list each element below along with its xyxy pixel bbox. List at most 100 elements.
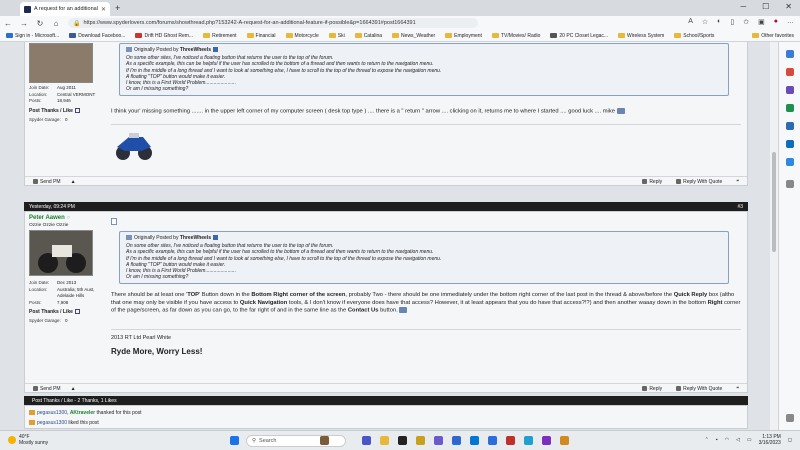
view-post-icon[interactable] xyxy=(212,47,218,53)
app-icon[interactable] xyxy=(524,436,533,445)
report-icon[interactable]: ▲ xyxy=(71,386,76,392)
more-menu-icon[interactable]: … xyxy=(787,18,794,26)
volume-icon[interactable]: ◁ xyxy=(736,437,740,443)
report-icon[interactable]: ▲ xyxy=(71,179,76,185)
app-icon[interactable] xyxy=(542,436,551,445)
facebook-icon xyxy=(69,33,77,38)
bookmark-item[interactable]: Drift HD Ghost Rem... xyxy=(135,33,193,39)
bookmark-item[interactable]: Sign in - Microsoft... xyxy=(6,33,59,39)
user-title: Ozzie Ozzie Ozzie xyxy=(29,223,69,228)
post-thanks-link[interactable]: Post Thanks / Like xyxy=(29,309,109,315)
tab-title: A request for an additional feat... xyxy=(34,6,98,12)
drop-icon[interactable] xyxy=(786,158,794,166)
app-icon[interactable] xyxy=(506,436,515,445)
tab-bar: A request for an additional feat... ✕ + … xyxy=(0,0,800,16)
refresh-icon[interactable]: ↻ xyxy=(36,19,44,28)
app-icon[interactable] xyxy=(488,436,497,445)
widget-app-icon[interactable] xyxy=(320,436,329,445)
edge-browser-icon[interactable] xyxy=(452,436,461,445)
sunny-icon xyxy=(8,436,16,444)
notifications-icon[interactable]: ◻ xyxy=(788,437,792,443)
start-icon[interactable] xyxy=(230,436,239,445)
read-aloud-icon[interactable]: A xyxy=(688,18,693,26)
bookmark-folder[interactable]: Motorcycle xyxy=(285,33,319,39)
avatar[interactable] xyxy=(29,230,94,277)
folder-icon xyxy=(674,33,682,38)
sidebar-settings-icon[interactable] xyxy=(786,414,794,422)
new-tab-icon[interactable]: + xyxy=(115,3,120,13)
bookmark-folder[interactable]: Wireless System xyxy=(618,33,664,39)
scrollbar-thumb[interactable] xyxy=(772,152,776,252)
weather-widget[interactable]: 40°F Mostly sunny xyxy=(8,434,48,446)
bookmark-folder[interactable]: TV/Movies/ Radio xyxy=(491,33,540,39)
bookmark-folder[interactable]: Catalina xyxy=(354,33,382,39)
app-icon[interactable] xyxy=(434,436,443,445)
folder-icon xyxy=(203,33,211,38)
shopping-icon[interactable] xyxy=(786,68,794,76)
tray-overflow-icon[interactable]: ⌃ xyxy=(705,437,709,443)
tools-icon[interactable] xyxy=(786,86,794,94)
forward-icon[interactable]: → xyxy=(20,19,28,28)
minimize-icon[interactable]: ─ xyxy=(740,2,746,11)
close-tab-icon[interactable]: ✕ xyxy=(101,6,106,13)
reply-button[interactable]: Reply xyxy=(642,386,662,392)
multi-quote-icon[interactable]: ❝ xyxy=(736,386,739,392)
send-pm-button[interactable]: Send PM xyxy=(33,179,61,185)
post-number-link[interactable]: #3 xyxy=(737,204,743,210)
outlook-icon[interactable] xyxy=(786,140,794,148)
app-icon[interactable] xyxy=(398,436,407,445)
taskbar-search[interactable]: ⚲ Search xyxy=(246,435,346,447)
favorites-icon[interactable]: ✩ xyxy=(743,18,749,26)
refresh-alt-icon[interactable]: ◐ xyxy=(717,18,721,26)
reply-icon xyxy=(642,178,648,184)
avatar[interactable] xyxy=(29,43,93,83)
split-screen-icon[interactable]: ▯ xyxy=(730,18,734,26)
view-post-icon[interactable] xyxy=(212,235,218,241)
multi-quote-icon[interactable]: ❝ xyxy=(736,179,739,185)
smiley-icon xyxy=(616,108,625,115)
browser-tab[interactable]: A request for an additional feat... ✕ xyxy=(20,2,110,16)
battery-icon[interactable]: ▭ xyxy=(747,437,752,443)
back-icon[interactable]: ← xyxy=(4,19,12,28)
office-icon[interactable] xyxy=(786,122,794,130)
maximize-icon[interactable]: ☐ xyxy=(762,2,769,11)
post-message: I think your' missing something ....... … xyxy=(111,108,741,116)
collections-icon[interactable]: ▣ xyxy=(758,18,765,26)
bookmark-folder[interactable]: Employment xyxy=(445,33,482,39)
bookmark-folder[interactable]: School/Sports xyxy=(674,33,714,39)
clock[interactable]: 1:13 PM 3/16/2023 xyxy=(759,434,781,446)
bookmark-item[interactable]: 20 PC Closet Legac... xyxy=(550,33,608,39)
reply-with-quote-button[interactable]: Reply With Quote xyxy=(676,386,722,392)
thanks-icon xyxy=(29,410,35,416)
games-icon[interactable] xyxy=(786,104,794,112)
username-link[interactable]: Peter Aawen ○ xyxy=(29,215,109,221)
reply-button[interactable]: Reply xyxy=(642,179,662,185)
post-thanks-link[interactable]: Post Thanks / Like xyxy=(29,108,109,114)
app-icon[interactable] xyxy=(560,436,569,445)
bookmark-folder[interactable]: News_Weather xyxy=(392,33,435,39)
send-pm-button[interactable]: Send PM xyxy=(33,386,61,392)
edge-sidebar xyxy=(778,42,800,430)
app-icon[interactable] xyxy=(416,436,425,445)
profile-icon[interactable]: ● xyxy=(774,18,778,26)
app-icon[interactable] xyxy=(470,436,479,445)
page-scrollbar[interactable] xyxy=(770,42,778,430)
close-window-icon[interactable]: ✕ xyxy=(785,2,792,11)
folder-icon xyxy=(445,33,453,38)
url-bar[interactable]: 🔒 https://www.spyderlovers.com/forums/sh… xyxy=(68,18,478,28)
expand-icon xyxy=(74,107,80,113)
other-favorites[interactable]: Other favorites xyxy=(752,33,794,39)
bookmark-item[interactable]: Download Faceboo... xyxy=(69,33,125,39)
chat-icon[interactable] xyxy=(362,436,371,445)
bookmark-folder[interactable]: Retirement xyxy=(203,33,237,39)
reply-with-quote-button[interactable]: Reply With Quote xyxy=(676,179,722,185)
bookmark-folder[interactable]: Financial xyxy=(246,33,276,39)
add-sidebar-icon[interactable] xyxy=(786,180,794,188)
file-explorer-icon[interactable] xyxy=(380,436,389,445)
home-icon[interactable]: ⌂ xyxy=(52,19,60,28)
bookmark-folder[interactable]: Ski xyxy=(328,33,345,39)
search-sidebar-icon[interactable] xyxy=(786,50,794,58)
wifi-icon[interactable]: ◠ xyxy=(725,437,729,443)
tray-app-icon[interactable]: ▪ xyxy=(716,437,718,443)
favorite-star-icon[interactable]: ☆ xyxy=(702,18,708,26)
